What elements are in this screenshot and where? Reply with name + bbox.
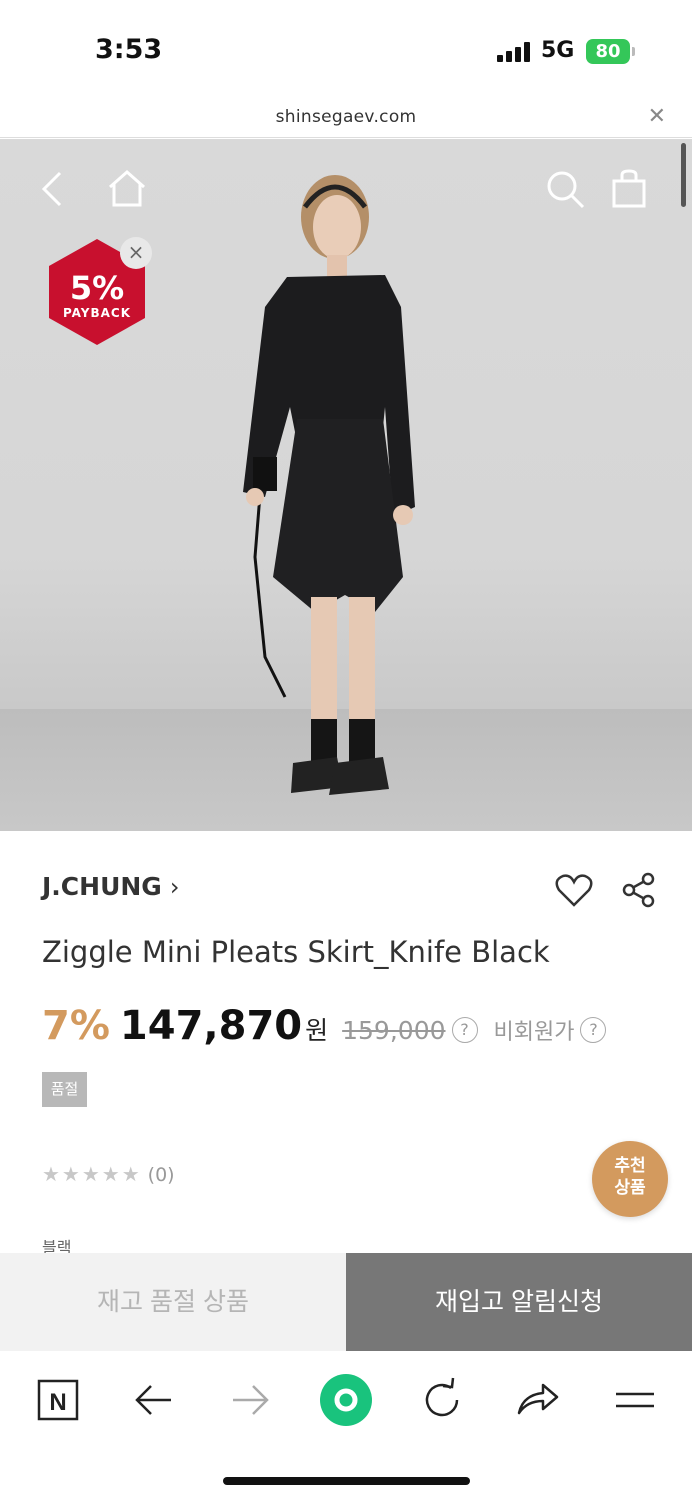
soldout-badge: 품절 xyxy=(42,1072,87,1107)
browser-toolbar: N xyxy=(0,1351,692,1500)
question-icon[interactable]: ? xyxy=(580,1017,607,1043)
product-image[interactable]: 5% PAYBACK × xyxy=(0,139,692,831)
scroll-indicator[interactable] xyxy=(681,143,686,207)
battery-icon: 80 xyxy=(586,39,630,64)
menu-icon[interactable] xyxy=(610,1375,660,1425)
brand-name[interactable]: J.CHUNG xyxy=(42,872,162,901)
shopping-bag-icon[interactable] xyxy=(610,169,648,209)
question-icon[interactable]: ? xyxy=(451,1017,478,1043)
heart-icon[interactable] xyxy=(555,872,593,908)
rating[interactable]: ★★★★★ (0) xyxy=(42,1162,175,1186)
chevron-right-icon[interactable]: › xyxy=(170,873,180,901)
share-icon[interactable] xyxy=(620,871,658,909)
payback-label: PAYBACK xyxy=(62,306,132,320)
status-time: 3:53 xyxy=(95,34,163,65)
currency-label: 원 xyxy=(305,1016,329,1045)
home-indicator xyxy=(223,1477,470,1485)
review-count[interactable]: (0) xyxy=(148,1164,175,1186)
home-icon[interactable] xyxy=(106,169,148,209)
recommend-button[interactable]: 추천 상품 xyxy=(592,1141,668,1217)
model-figure xyxy=(243,175,415,795)
product-title: Ziggle Mini Pleats Skirt_Knife Black xyxy=(42,935,550,969)
close-icon[interactable]: ✕ xyxy=(648,104,666,129)
naver-label: N xyxy=(49,1389,66,1416)
battery-level: 80 xyxy=(595,41,621,62)
price-row: 7% 147,870 원 159,000? 비회원가? xyxy=(42,1003,662,1055)
back-icon[interactable] xyxy=(129,1375,179,1425)
forward-icon[interactable] xyxy=(225,1375,275,1425)
share-arrow-icon[interactable] xyxy=(513,1375,563,1425)
back-arrow-icon[interactable] xyxy=(36,169,72,209)
sale-price: 147,870 xyxy=(119,1003,303,1049)
url-bar[interactable]: shinsegaev.com ✕ xyxy=(0,100,692,138)
signal-icon xyxy=(497,42,531,62)
close-icon[interactable]: × xyxy=(120,237,152,269)
member-price-label: 비회원가 xyxy=(493,1020,575,1045)
refresh-icon[interactable] xyxy=(417,1375,467,1425)
status-bar: 3:53 5G 80 xyxy=(0,0,692,100)
battery-tip xyxy=(632,47,635,56)
naver-home-icon[interactable]: N xyxy=(33,1375,83,1425)
original-price: 159,000 xyxy=(342,1016,446,1045)
soldout-button[interactable]: 재고 품절 상품 xyxy=(0,1253,346,1351)
star-rating-icon: ★★★★★ xyxy=(42,1162,142,1186)
network-label: 5G xyxy=(541,38,575,63)
recommend-label-1: 추천 xyxy=(614,1156,646,1176)
green-dot-icon[interactable] xyxy=(319,1373,373,1427)
search-icon[interactable] xyxy=(545,169,585,209)
url-text[interactable]: shinsegaev.com xyxy=(0,107,692,127)
discount-rate: 7% xyxy=(42,1003,110,1049)
recommend-label-2: 상품 xyxy=(614,1178,646,1198)
payback-percent: 5% xyxy=(69,269,125,307)
restock-alert-button[interactable]: 재입고 알림신청 xyxy=(346,1253,692,1351)
